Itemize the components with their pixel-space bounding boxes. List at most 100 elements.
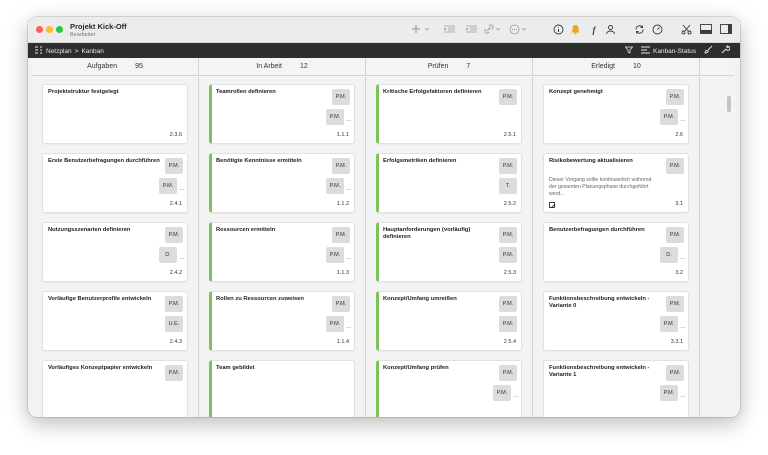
resource-badge[interactable]: P.M. [493, 385, 511, 401]
resource-badge[interactable]: P.M. [332, 89, 350, 105]
more-resources-indicator[interactable]: ... [680, 393, 685, 399]
resource-badge[interactable]: U.E. [165, 316, 183, 332]
resource-badge[interactable]: P.M. [499, 227, 517, 243]
resource-badge[interactable]: P.M. [326, 247, 344, 263]
sidebar-icon[interactable] [720, 24, 732, 36]
kanban-card[interactable]: Funktionsbeschreibung entwickeln - Varia… [543, 360, 689, 417]
card-title: Funktionsbeschreibung entwickeln - Varia… [549, 296, 650, 309]
resource-badge[interactable]: P.M. [499, 365, 517, 381]
plus-icon[interactable] [410, 24, 422, 36]
kanban-card[interactable]: Konzept/Umfang umreißen P.M. P.M. 2.5.4 [376, 291, 522, 351]
resource-badge[interactable]: P.M. [499, 316, 517, 332]
resource-badge[interactable]: T. [499, 178, 517, 194]
resource-badge[interactable]: P.M. [666, 89, 684, 105]
kanban-card[interactable]: Ressourcen ermitteln P.M. P.M.... 1.1.3 [209, 222, 355, 282]
more-resources-indicator[interactable]: ... [346, 324, 351, 330]
gauge-icon[interactable] [651, 24, 663, 36]
kanban-card[interactable]: Benötigte Kenntnisse ermitteln P.M. P.M...… [209, 153, 355, 213]
resource-badge[interactable]: D. [660, 247, 678, 263]
resource-badge[interactable]: P.M. [660, 109, 678, 125]
kanban-card[interactable]: Konzept genehmigt P.M. P.M.... 2.6 [543, 84, 689, 144]
font-icon[interactable]: f [590, 24, 598, 36]
resource-badge[interactable]: P.M. [165, 296, 183, 312]
card-title: Funktionsbeschreibung entwickeln - Varia… [549, 365, 650, 378]
kanban-card[interactable]: Teamrollen definieren P.M. P.M.... 1.1.1 [209, 84, 355, 144]
more-resources-indicator[interactable]: ... [346, 186, 351, 192]
column-header[interactable]: Prüfen 7 [366, 58, 533, 76]
column-header[interactable]: In Arbeit 12 [199, 58, 366, 76]
scissors-icon[interactable] [680, 24, 692, 36]
resource-badge[interactable]: P.M. [165, 158, 183, 174]
resource-badge[interactable]: P.M. [326, 316, 344, 332]
resource-badge[interactable]: P.M. [666, 227, 684, 243]
sync-icon[interactable] [633, 24, 645, 36]
bell-icon[interactable] [569, 24, 581, 36]
more-resources-indicator[interactable]: ... [179, 255, 184, 261]
resource-badge[interactable]: P.M. [326, 109, 344, 125]
breadcrumb-root[interactable]: Netzplan [46, 48, 72, 55]
card-title: Rollen zu Ressourcen zuweisen [216, 296, 304, 302]
chevron-down-icon[interactable] [521, 24, 527, 36]
more-resources-indicator[interactable]: ... [680, 117, 685, 123]
kanban-status-button[interactable]: Kanban-Status [640, 46, 696, 57]
resource-badge[interactable]: P.M. [660, 385, 678, 401]
kanban-card[interactable]: Erste Benutzerbefragungen durchführen P.M… [42, 153, 188, 213]
person-icon[interactable] [604, 24, 616, 36]
resource-badge[interactable]: D. [159, 247, 177, 263]
kanban-card[interactable]: Nutzungsszenarien definieren P.M. D.... 2.4… [42, 222, 188, 282]
more-resources-indicator[interactable]: ... [680, 255, 685, 261]
more-resources-indicator[interactable]: ... [680, 324, 685, 330]
kanban-card[interactable]: Erfolgsmetriken definieren P.M. T. 2.5.2 [376, 153, 522, 213]
resource-badge[interactable]: P.M. [499, 158, 517, 174]
resource-badge[interactable]: P.M. [666, 365, 684, 381]
outdent-icon[interactable] [464, 24, 478, 36]
kanban-card[interactable]: Risikobewertung aktualisieren P.M. Dieser … [543, 153, 689, 213]
resource-badge[interactable]: P.M. [499, 296, 517, 312]
resource-badge[interactable]: P.M. [666, 296, 684, 312]
resource-badge[interactable]: P.M. [499, 247, 517, 263]
column-header[interactable]: Aufgaben 95 [32, 58, 199, 76]
filter-icon[interactable] [624, 46, 634, 57]
kanban-card[interactable]: Funktionsbeschreibung entwickeln - Varia… [543, 291, 689, 351]
chevron-down-icon[interactable] [495, 24, 501, 36]
resource-badge[interactable]: P.M. [165, 227, 183, 243]
kanban-card[interactable]: Hauptanforderungen (vorläufig) definiere… [376, 222, 522, 282]
kanban-card[interactable]: Benutzerbefragungen durchführen P.M. D....… [543, 222, 689, 282]
link-icon[interactable] [484, 24, 494, 36]
wrench-icon[interactable] [721, 45, 731, 57]
kanban-card[interactable]: Konzept/Umfang prüfen P.M. P.M.... [376, 360, 522, 417]
resource-badge[interactable]: P.M. [159, 178, 177, 194]
more-resources-indicator[interactable]: ... [346, 117, 351, 123]
indent-icon[interactable] [442, 24, 456, 36]
resource-badge[interactable]: P.M. [165, 365, 183, 381]
resource-badge[interactable]: P.M. [332, 158, 350, 174]
scrollbar[interactable] [727, 96, 731, 112]
kanban-card[interactable]: Vorläufige Benutzerprofile entwickeln P.M… [42, 291, 188, 351]
breadcrumb-current[interactable]: Kanban [81, 48, 103, 55]
resource-badge[interactable]: P.M. [326, 178, 344, 194]
kanban-card[interactable]: Vorläufiges Konzeptpapier entwickeln P.M. [42, 360, 188, 417]
more-resources-indicator[interactable]: ... [513, 393, 518, 399]
layout-bottom-icon[interactable] [700, 24, 712, 36]
resource-badge[interactable]: P.M. [666, 158, 684, 174]
kanban-card[interactable]: Kritische Erfolgsfaktoren definieren P.M.… [376, 84, 522, 144]
card-id: 2.4.1 [169, 201, 182, 207]
chevron-down-icon[interactable] [424, 24, 430, 36]
kanban-card[interactable]: Projektstruktur festgelegt 2.3.6 [42, 84, 188, 144]
more-resources-indicator[interactable]: ... [346, 255, 351, 261]
zoom-window-button[interactable] [56, 26, 63, 33]
close-window-button[interactable] [36, 26, 43, 33]
resource-badge[interactable]: P.M. [499, 89, 517, 105]
kanban-card[interactable]: Rollen zu Ressourcen zuweisen P.M. P.M....… [209, 291, 355, 351]
more-resources-indicator[interactable]: ... [179, 186, 184, 192]
resource-badge[interactable]: P.M. [332, 296, 350, 312]
info-icon[interactable] [552, 24, 564, 36]
note-icon[interactable] [549, 202, 555, 209]
brush-icon[interactable] [704, 45, 713, 57]
resource-badge[interactable]: P.M. [332, 227, 350, 243]
more-icon[interactable] [508, 24, 520, 36]
kanban-card[interactable]: Team gebildet [209, 360, 355, 417]
column-header[interactable]: Erledigt 10 [533, 58, 700, 76]
resource-badge[interactable]: P.M. [660, 316, 678, 332]
minimize-window-button[interactable] [46, 26, 53, 33]
